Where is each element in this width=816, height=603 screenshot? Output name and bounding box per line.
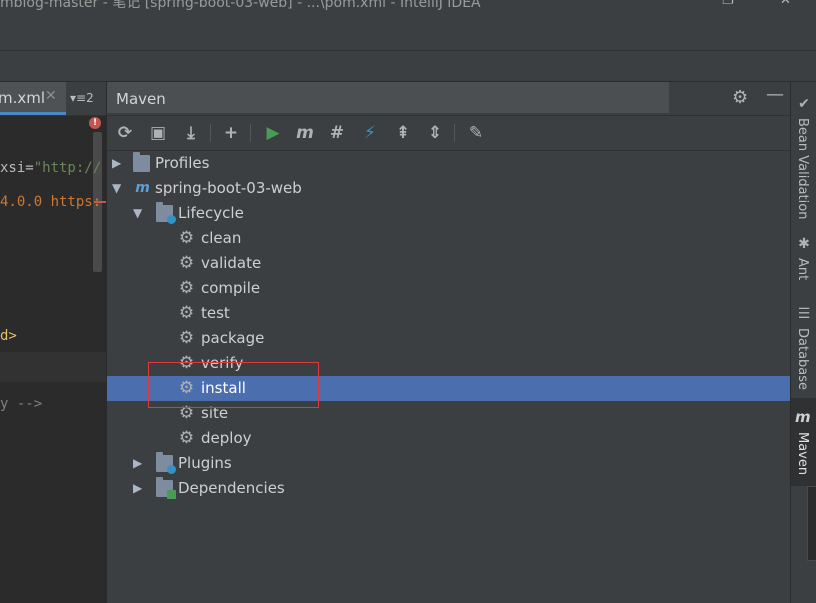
- ant-icon: ✱: [798, 236, 810, 252]
- tree-node-profiles[interactable]: ▶ Profiles: [107, 151, 791, 176]
- strip-scrollbar[interactable]: [807, 486, 816, 561]
- strip-label: Database: [795, 328, 810, 391]
- strip-label: Bean Validation: [795, 118, 810, 220]
- goal-label: validate: [201, 254, 262, 272]
- goal-label: compile: [201, 279, 261, 297]
- goal-deploy[interactable]: ⚙ deploy: [107, 426, 791, 451]
- profiles-folder-icon: [133, 152, 150, 172]
- gear-icon: ⚙: [178, 253, 195, 273]
- tab-close-icon[interactable]: ✕: [45, 88, 57, 104]
- plugins-folder-icon: [156, 452, 176, 474]
- show-dependencies-icon[interactable]: ⇞: [392, 122, 414, 144]
- toolbar-separator: [210, 124, 211, 142]
- close-icon[interactable]: ✕: [780, 0, 791, 8]
- goal-clean[interactable]: ⚙ clean: [107, 226, 791, 251]
- highlight-box: [148, 362, 319, 408]
- strip-label: Maven: [795, 432, 810, 476]
- gear-icon: ⚙: [178, 428, 195, 448]
- panel-header: Maven ⚙ —: [107, 82, 791, 116]
- tree-label: Dependencies: [178, 479, 285, 497]
- dependencies-folder-icon: [156, 477, 176, 499]
- expand-arrow-icon[interactable]: ▶: [133, 481, 142, 495]
- strip-item-ant[interactable]: ✱ Ant: [791, 236, 816, 286]
- tree-label: spring-boot-03-web: [155, 179, 302, 197]
- code-line-comment: y -->: [0, 396, 43, 412]
- code-line-tag: d>: [0, 328, 17, 344]
- panel-title-bar: Maven: [107, 82, 669, 113]
- add-icon[interactable]: +: [220, 122, 242, 144]
- run-icon[interactable]: ▶: [262, 122, 284, 144]
- collapse-arrow-icon[interactable]: ▼: [133, 206, 142, 220]
- goal-label: package: [201, 329, 265, 347]
- maven-icon: m: [795, 408, 811, 426]
- editor-pane[interactable]: m.xml ✕ ▾≡2 ! xsi="http:// 4.0.0 https: …: [0, 82, 106, 603]
- goal-test[interactable]: ⚙ test: [107, 301, 791, 326]
- navigation-bar: [0, 51, 816, 82]
- expand-arrow-icon[interactable]: ▶: [133, 456, 142, 470]
- lifecycle-folder-icon: [156, 202, 176, 224]
- toolbar-separator: [250, 124, 251, 142]
- collapse-arrow-icon[interactable]: ▼: [112, 181, 121, 195]
- strip-item-database[interactable]: ☰ Database: [791, 306, 816, 390]
- reimport-icon[interactable]: ⟳: [114, 122, 136, 144]
- download-icon[interactable]: ⤓: [180, 122, 202, 144]
- goal-label: deploy: [201, 429, 252, 447]
- maven-settings-icon[interactable]: ✎: [465, 122, 487, 144]
- offline-icon[interactable]: ⚡: [359, 122, 381, 144]
- tree-label: Plugins: [178, 454, 232, 472]
- tab-pom-xml[interactable]: m.xml ✕: [0, 82, 66, 115]
- tree-label: Profiles: [155, 154, 210, 172]
- code-line-xsi: xsi="http://: [0, 160, 102, 176]
- strip-label: Ant: [795, 258, 810, 281]
- menu-bar: [0, 12, 816, 51]
- error-icon[interactable]: !: [89, 117, 101, 129]
- collapse-all-icon[interactable]: ⇕: [424, 122, 446, 144]
- tree-node-lifecycle[interactable]: ▼ Lifecycle: [107, 201, 791, 226]
- editor-tabs: m.xml ✕ ▾≡2: [0, 82, 106, 116]
- goal-compile[interactable]: ⚙ compile: [107, 276, 791, 301]
- minimize-icon[interactable]: —: [766, 84, 784, 105]
- goal-validate[interactable]: ⚙ validate: [107, 251, 791, 276]
- strip-item-maven[interactable]: m Maven: [791, 398, 816, 486]
- toolbar-separator: [454, 124, 455, 142]
- panel-title: Maven: [116, 90, 166, 108]
- maven-toolbar: ⟳ ▣ ⤓ + ▶ m # ⚡ ⇞ ⇕ ✎: [107, 116, 791, 151]
- current-line-highlight: [0, 352, 106, 382]
- restore-icon[interactable]: ❐: [722, 0, 734, 8]
- right-tool-strip: ✔ Bean Validation ✱ Ant ☰ Database m Mav…: [790, 82, 816, 603]
- gear-icon: ⚙: [178, 303, 195, 323]
- tab-label: m.xml: [0, 89, 46, 107]
- goal-label: test: [201, 304, 230, 322]
- strip-item-bean-validation[interactable]: ✔ Bean Validation: [791, 96, 816, 220]
- goal-package[interactable]: ⚙ package: [107, 326, 791, 351]
- window-title: mblog-master - 笔记 [spring-boot-03-web] -…: [0, 0, 481, 11]
- goal-label: clean: [201, 229, 242, 247]
- bean-validation-icon: ✔: [798, 96, 810, 112]
- title-bar: mblog-master - 笔记 [spring-boot-03-web] -…: [0, 0, 816, 12]
- tree-node-project[interactable]: ▼ m spring-boot-03-web: [107, 176, 791, 201]
- gear-icon[interactable]: ⚙: [732, 87, 748, 108]
- gear-icon: ⚙: [178, 328, 195, 348]
- expand-arrow-icon[interactable]: ▶: [112, 156, 121, 170]
- generate-sources-icon[interactable]: ▣: [147, 122, 169, 144]
- database-icon: ☰: [797, 306, 811, 322]
- code-line-schema: 4.0.0 https:: [0, 194, 102, 210]
- tree-node-dependencies[interactable]: ▶ Dependencies: [107, 476, 791, 501]
- execute-goal-icon[interactable]: m: [294, 122, 316, 144]
- skip-tests-icon[interactable]: #: [326, 122, 348, 144]
- tree-node-plugins[interactable]: ▶ Plugins: [107, 451, 791, 476]
- tabs-menu-button[interactable]: ▾≡2: [70, 91, 94, 105]
- gear-icon: ⚙: [178, 278, 195, 298]
- tree-label: Lifecycle: [178, 204, 244, 222]
- gear-icon: ⚙: [178, 228, 195, 248]
- maven-project-icon: m: [135, 180, 150, 196]
- maven-panel: Maven ⚙ — ⟳ ▣ ⤓ + ▶ m # ⚡ ⇞ ⇕ ✎ ▶ Profil…: [106, 82, 791, 603]
